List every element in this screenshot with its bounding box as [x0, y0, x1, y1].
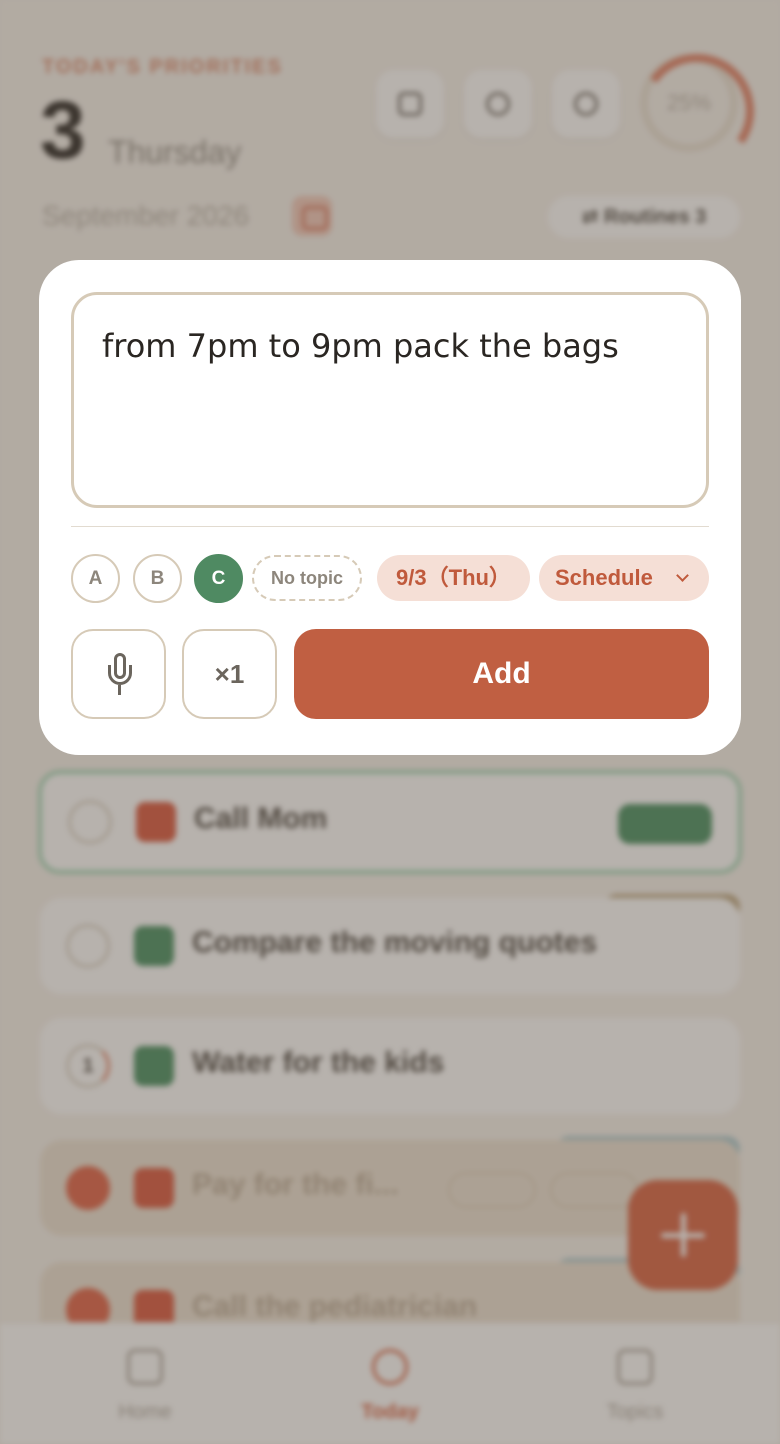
- microphone-icon: [108, 653, 132, 699]
- task-text-input[interactable]: from 7pm to 9pm pack the bags: [71, 292, 709, 508]
- topic-selector[interactable]: No topic: [252, 555, 362, 601]
- add-task-modal: from 7pm to 9pm pack the bags A B C No t…: [39, 260, 741, 755]
- chevron-down-icon: [676, 569, 689, 582]
- add-button[interactable]: Add: [294, 629, 709, 719]
- divider: [71, 526, 709, 527]
- repeat-multiplier-button[interactable]: ×1: [182, 629, 277, 719]
- schedule-dropdown[interactable]: Schedule: [539, 555, 709, 601]
- priority-b-button[interactable]: B: [133, 554, 182, 603]
- priority-a-button[interactable]: A: [71, 554, 120, 603]
- date-chip[interactable]: 9/3（Thu）: [377, 555, 530, 601]
- voice-input-button[interactable]: [71, 629, 166, 719]
- priority-c-button[interactable]: C: [194, 554, 243, 603]
- schedule-label: Schedule: [555, 565, 653, 590]
